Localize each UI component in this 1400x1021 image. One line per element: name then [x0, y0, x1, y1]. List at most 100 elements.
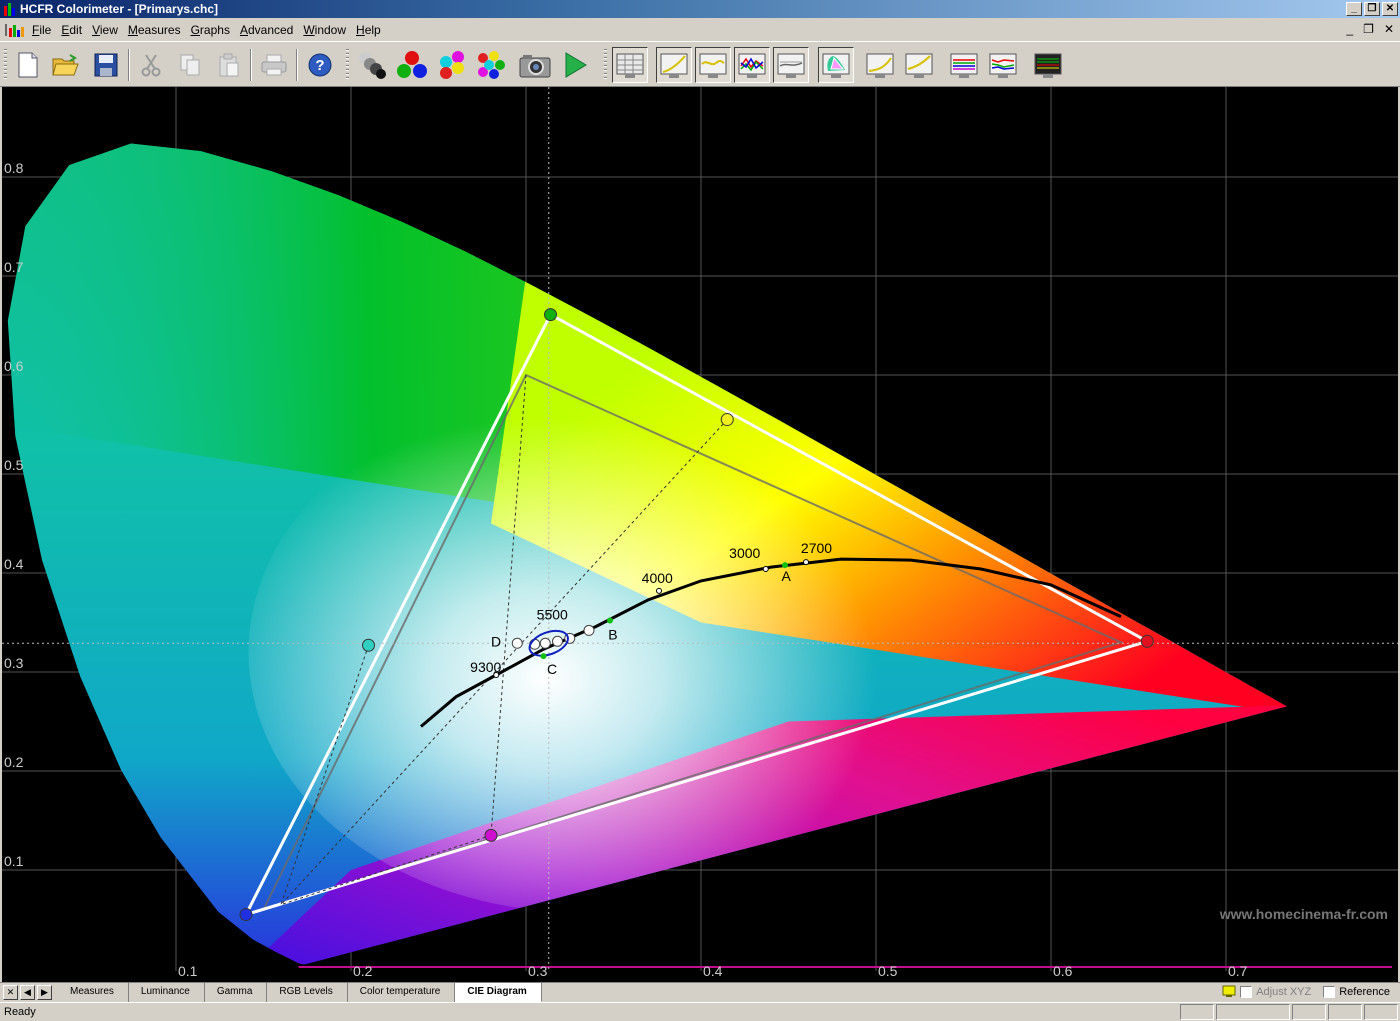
toolbar-grip[interactable]: [604, 49, 607, 81]
status-pane: [1328, 1004, 1362, 1020]
tab-nav-prev-icon[interactable]: ◀: [20, 985, 35, 1000]
toolbar-separator: [296, 49, 298, 81]
yellow-point[interactable]: [720, 413, 734, 427]
menu-bar: File Edit View Measures Graphs Advanced …: [0, 18, 1400, 42]
tab-measures[interactable]: Measures: [58, 983, 129, 1002]
y-tick-label: 0.1: [4, 853, 24, 869]
reference-checkbox[interactable]: [1323, 985, 1336, 998]
cct-label: 5500: [537, 607, 568, 623]
help-icon[interactable]: ?: [302, 47, 338, 83]
grayscale-point[interactable]: [511, 637, 523, 649]
status-bar: Ready: [0, 1002, 1400, 1021]
locus-white-core: [248, 392, 909, 913]
hcfr-app-icon: [4, 3, 15, 16]
spectral-locus: [7, 143, 1392, 968]
saturation-graph-icon[interactable]: [946, 47, 982, 83]
cct-tick: [656, 587, 662, 594]
svg-text:?: ?: [315, 57, 324, 74]
measures-monitor-icon[interactable]: [1030, 47, 1066, 83]
menu-advanced[interactable]: Advanced: [238, 23, 301, 37]
rgb-levels-graph-icon[interactable]: [734, 47, 770, 83]
tab-gamma[interactable]: Gamma: [204, 983, 268, 1002]
cyan-point[interactable]: [362, 638, 375, 652]
cie-diagram-view[interactable]: 9300 5500 4000 3000 2700 A B C D 0.1 0.2 0.3 0.4 0.5 0…: [2, 87, 1398, 982]
menu-measures[interactable]: Measures: [126, 23, 189, 37]
status-pane: [1216, 1004, 1290, 1020]
mdi-restore-button[interactable]: ❐: [1363, 22, 1374, 36]
reference-label: Reference: [1339, 985, 1390, 998]
luminance-graph-icon[interactable]: [656, 47, 692, 83]
grayscale-balls-icon[interactable]: [354, 47, 390, 83]
tab-cie-diagram[interactable]: CIE Diagram: [455, 983, 542, 1002]
close-button[interactable]: ✕: [1382, 2, 1398, 16]
near-white-graph-icon[interactable]: [901, 47, 937, 83]
y-tick-label: 0.4: [4, 556, 24, 572]
cct-tick: [803, 559, 809, 566]
gamma-graph-icon[interactable]: [695, 47, 731, 83]
grayscale-point[interactable]: [552, 635, 563, 647]
x-tick-label: 0.7: [1228, 963, 1248, 979]
status-pane: [1364, 1004, 1398, 1020]
mdi-close-button[interactable]: ✕: [1384, 22, 1394, 36]
cct-tick: [762, 566, 769, 573]
print-icon[interactable]: [256, 47, 292, 83]
camera-icon[interactable]: [517, 47, 553, 83]
save-icon[interactable]: [88, 47, 124, 83]
adjust-xyz-label: Adjust XYZ: [1256, 985, 1312, 998]
menu-view[interactable]: View: [90, 23, 126, 37]
grayscale-point[interactable]: [539, 637, 551, 649]
menu-graphs[interactable]: Graphs: [189, 23, 238, 37]
magenta-point[interactable]: [484, 828, 498, 842]
sheet-tab-bar: ✕ ◀ ▶ Measures Luminance Gamma RGB Level…: [0, 982, 1400, 1002]
all-colors-balls-icon[interactable]: [472, 47, 508, 83]
illuminant-point: [540, 653, 547, 660]
tab-nav-next-icon[interactable]: ▶: [37, 985, 52, 1000]
grayscale-point[interactable]: [583, 624, 595, 636]
rgb-balls-icon[interactable]: [394, 47, 430, 83]
menu-window[interactable]: Window: [301, 23, 354, 37]
toolbar-separator: [128, 49, 130, 81]
measures-view-icon[interactable]: [612, 47, 648, 83]
play-icon[interactable]: [557, 47, 593, 83]
cct-label: 9300: [470, 659, 501, 675]
saturation-shift-graph-icon[interactable]: [985, 47, 1021, 83]
x-tick-label: 0.4: [703, 963, 723, 979]
illuminant-label: B: [608, 626, 617, 642]
y-tick-label: 0.3: [4, 655, 24, 671]
tab-rgb-levels[interactable]: RGB Levels: [267, 983, 348, 1002]
sheet-options-icon[interactable]: [1222, 985, 1236, 998]
illuminant-point: [607, 617, 613, 624]
red-point[interactable]: [1140, 634, 1154, 648]
open-folder-icon[interactable]: [48, 47, 84, 83]
y-tick-label: 0.5: [4, 457, 24, 473]
y-tick-label: 0.8: [4, 160, 24, 176]
toolbar-grip[interactable]: [4, 49, 7, 81]
toolbar-grip[interactable]: [346, 49, 349, 81]
secondary-colors-balls-icon[interactable]: [434, 47, 470, 83]
color-temperature-graph-icon[interactable]: [773, 47, 809, 83]
restore-button[interactable]: ❐: [1364, 2, 1380, 16]
cie-diagram-icon[interactable]: [818, 47, 854, 83]
new-document-icon[interactable]: [10, 47, 46, 83]
status-pane: [1292, 1004, 1326, 1020]
green-point[interactable]: [544, 308, 557, 322]
tab-color-temperature[interactable]: Color temperature: [347, 983, 456, 1002]
menu-help[interactable]: Help: [354, 23, 389, 37]
minimize-button[interactable]: _: [1346, 2, 1362, 16]
watermark: www.homecinema-fr.com: [1219, 906, 1388, 922]
illuminant-label: C: [547, 661, 557, 677]
tab-luminance[interactable]: Luminance: [128, 983, 205, 1002]
menu-edit[interactable]: Edit: [59, 23, 90, 37]
mdi-minimize-button[interactable]: _: [1346, 22, 1353, 36]
x-tick-label: 0.2: [353, 963, 373, 979]
near-black-graph-icon[interactable]: [862, 47, 898, 83]
copy-icon[interactable]: [172, 47, 208, 83]
adjust-xyz-checkbox[interactable]: [1240, 985, 1253, 998]
blue-point[interactable]: [239, 908, 253, 922]
x-tick-label: 0.6: [1053, 963, 1073, 979]
cut-icon[interactable]: [133, 47, 169, 83]
y-tick-label: 0.6: [4, 358, 24, 374]
menu-file[interactable]: File: [30, 23, 59, 37]
paste-icon[interactable]: [211, 47, 247, 83]
tab-nav-close-icon[interactable]: ✕: [3, 985, 18, 1000]
